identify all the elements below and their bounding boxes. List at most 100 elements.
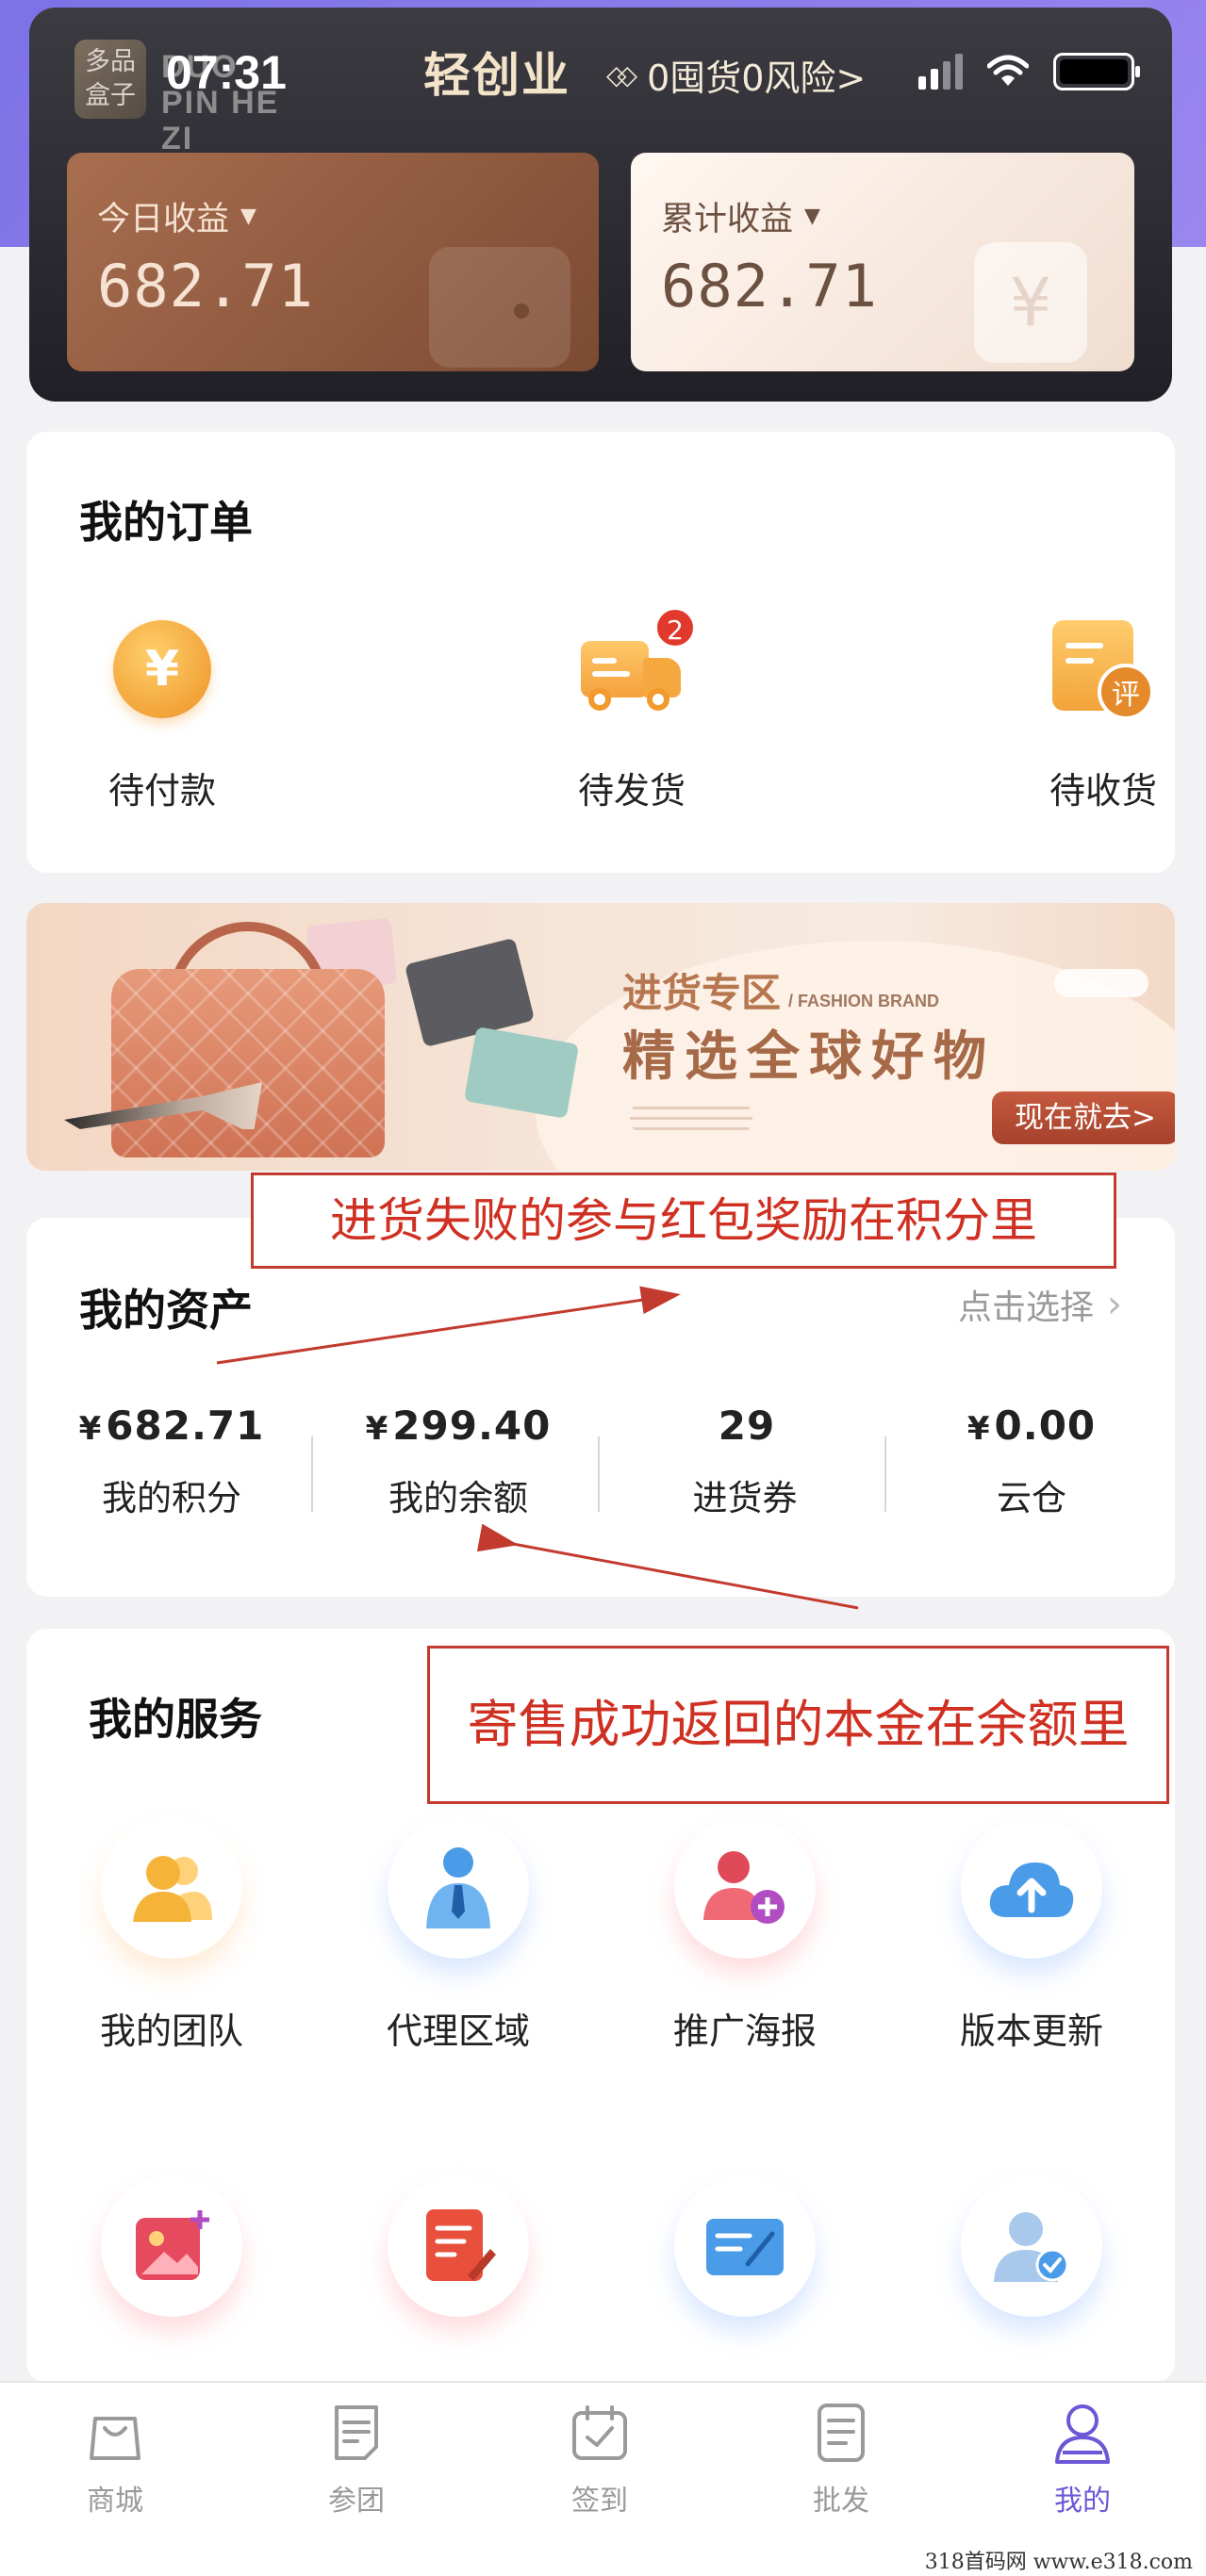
- assets-select-link[interactable]: 点击选择 ›: [958, 1280, 1122, 1329]
- total-earnings-card[interactable]: 累计收益 ▼ 682.71 ¥: [631, 153, 1134, 371]
- service-promo-poster[interactable]: 推广海报: [602, 1817, 888, 2054]
- tab-label: 签到: [571, 2485, 628, 2518]
- asset-value: ¥682.71: [78, 1403, 265, 1449]
- status-time: 07:31: [166, 46, 287, 99]
- asset-label: 进货券: [692, 1478, 798, 1518]
- services-title: 我的服务: [89, 1694, 262, 1745]
- tab-label: 我的: [1054, 2485, 1111, 2518]
- assets-panel: 我的资产 点击选择 › ¥682.71 我的积分 ¥299.40 我的余额 29…: [26, 1218, 1175, 1597]
- asset-value: ¥299.40: [365, 1403, 552, 1449]
- service-verify[interactable]: [888, 2175, 1175, 2317]
- orders-panel: 我的订单 ¥ 待付款 2 待发货 评 待收货: [26, 432, 1175, 873]
- service-edit[interactable]: [315, 2175, 602, 2317]
- tab-group[interactable]: 参团: [236, 2400, 477, 2519]
- service-label: 推广海报: [672, 2010, 817, 2052]
- promo-banner[interactable]: 进货专区 / FASHION BRAND 精选全球好物 现在就去>: [26, 903, 1175, 1171]
- service-agent-area[interactable]: 代理区域: [315, 1817, 602, 2054]
- slogan-text: 0囤货0风险>: [647, 57, 867, 99]
- tab-mine[interactable]: 我的: [962, 2400, 1203, 2519]
- asset-points[interactable]: ¥682.71 我的积分: [28, 1403, 315, 1520]
- order-pending-payment[interactable]: ¥ 待付款: [68, 620, 256, 813]
- banner-cta-button[interactable]: 现在就去>: [992, 1091, 1175, 1144]
- asset-value: ¥0.00: [966, 1403, 1097, 1449]
- order-label: 待收货: [1049, 770, 1157, 812]
- handbag-image: [404, 937, 536, 1048]
- tab-label: 批发: [813, 2485, 869, 2518]
- cloud-decoration: [1054, 969, 1148, 997]
- annotation-balance-note: 寄售成功返回的本金在余额里: [427, 1646, 1169, 1804]
- brand-logo: 多品盒子: [74, 40, 146, 119]
- caret-down-icon[interactable]: ▼: [240, 205, 256, 228]
- order-pending-shipment[interactable]: 2 待发货: [537, 607, 726, 813]
- service-label: 版本更新: [959, 2010, 1103, 2052]
- order-label: 待发货: [577, 770, 686, 812]
- handbag-image: [463, 1026, 580, 1119]
- service-signature[interactable]: [602, 2175, 888, 2317]
- quilted-handbag-image: [111, 969, 385, 1157]
- order-count-badge: 2: [654, 607, 696, 648]
- annotation-points-note: 进货失败的参与红包奖励在积分里: [251, 1173, 1116, 1269]
- banner-headline: 精选全球好物: [622, 1026, 996, 1088]
- signal-icon: [918, 54, 963, 90]
- chevron-right-icon: ›: [1107, 1283, 1122, 1326]
- list-icon: [818, 2404, 865, 2462]
- site-watermark: 318首码网 www.e318.com: [924, 2551, 1193, 2574]
- add-user-icon: [674, 1817, 816, 1959]
- tab-label: 商城: [87, 2485, 143, 2518]
- divider: [598, 1436, 600, 1512]
- header-card: 多品盒子 DUO PIN HE ZI 07:31 轻创业 ◇◇ 0囤货0风险> …: [29, 8, 1172, 402]
- app-title: 轻创业: [423, 48, 570, 103]
- review-stamp: 评: [1098, 664, 1154, 720]
- tab-mall[interactable]: 商城: [0, 2400, 236, 2519]
- total-earnings-label: 累计收益: [661, 201, 794, 238]
- document-icon: [335, 2405, 378, 2460]
- service-label: 我的团队: [99, 2010, 243, 2052]
- order-pending-receipt[interactable]: 评 待收货: [1009, 620, 1198, 813]
- asset-label: 我的余额: [388, 1478, 528, 1518]
- asset-value: 29: [718, 1403, 776, 1449]
- team-icon: [101, 1817, 242, 1959]
- asset-label: 我的积分: [102, 1478, 241, 1518]
- tab-wholesale[interactable]: 批发: [720, 2400, 962, 2519]
- wifi-icon: [987, 55, 1029, 86]
- divider: [311, 1436, 313, 1512]
- banner-brand-tag: / FASHION BRAND: [788, 992, 940, 1010]
- user-icon: [1055, 2404, 1110, 2464]
- service-label: 代理区域: [386, 2010, 530, 2052]
- image-add-icon: [101, 2175, 242, 2317]
- yen-coin-icon: ¥: [113, 620, 211, 718]
- tab-checkin[interactable]: 签到: [479, 2400, 720, 2519]
- service-version-update[interactable]: 版本更新: [888, 1817, 1175, 2054]
- slogan-link[interactable]: ◇◇ 0囤货0风险>: [606, 49, 866, 101]
- calendar-check-icon: [572, 2405, 627, 2460]
- verified-user-icon: [961, 2175, 1102, 2317]
- agent-icon: [388, 1817, 529, 1959]
- review-document-icon: 评: [1052, 620, 1154, 720]
- yen-bag-icon: ¥: [974, 242, 1087, 363]
- cloud-upload-icon: [961, 1817, 1102, 1959]
- asset-balance[interactable]: ¥299.40 我的余额: [315, 1403, 602, 1520]
- wallet-icon: [429, 247, 570, 368]
- asset-coupons[interactable]: 29 进货券: [602, 1403, 888, 1520]
- asset-label: 云仓: [997, 1478, 1066, 1518]
- service-my-team[interactable]: 我的团队: [28, 1817, 315, 2054]
- assets-title: 我的资产: [79, 1285, 253, 1336]
- battery-icon: [1053, 53, 1140, 90]
- wave-decoration: [630, 1099, 752, 1137]
- today-earnings-label: 今日收益: [97, 201, 230, 238]
- edit-document-icon: [388, 2175, 529, 2317]
- asset-cloud-warehouse[interactable]: ¥0.00 云仓: [888, 1403, 1175, 1520]
- status-icons: [918, 53, 1140, 90]
- service-image[interactable]: [28, 2175, 315, 2317]
- order-label: 待付款: [107, 770, 216, 812]
- caret-down-icon[interactable]: ▼: [804, 205, 820, 228]
- diamond-icon: ◇◇: [606, 59, 637, 90]
- orders-title: 我的订单: [79, 497, 253, 548]
- divider: [884, 1436, 886, 1512]
- assets-select-label: 点击选择: [957, 1288, 1094, 1327]
- shopping-bag-icon: [90, 2417, 140, 2460]
- signature-card-icon: [674, 2175, 816, 2317]
- tab-label: 参团: [328, 2485, 385, 2518]
- today-earnings-card[interactable]: 今日收益 ▼ 682.71: [67, 153, 599, 371]
- banner-kicker: 进货专区 / FASHION BRAND: [622, 970, 940, 1016]
